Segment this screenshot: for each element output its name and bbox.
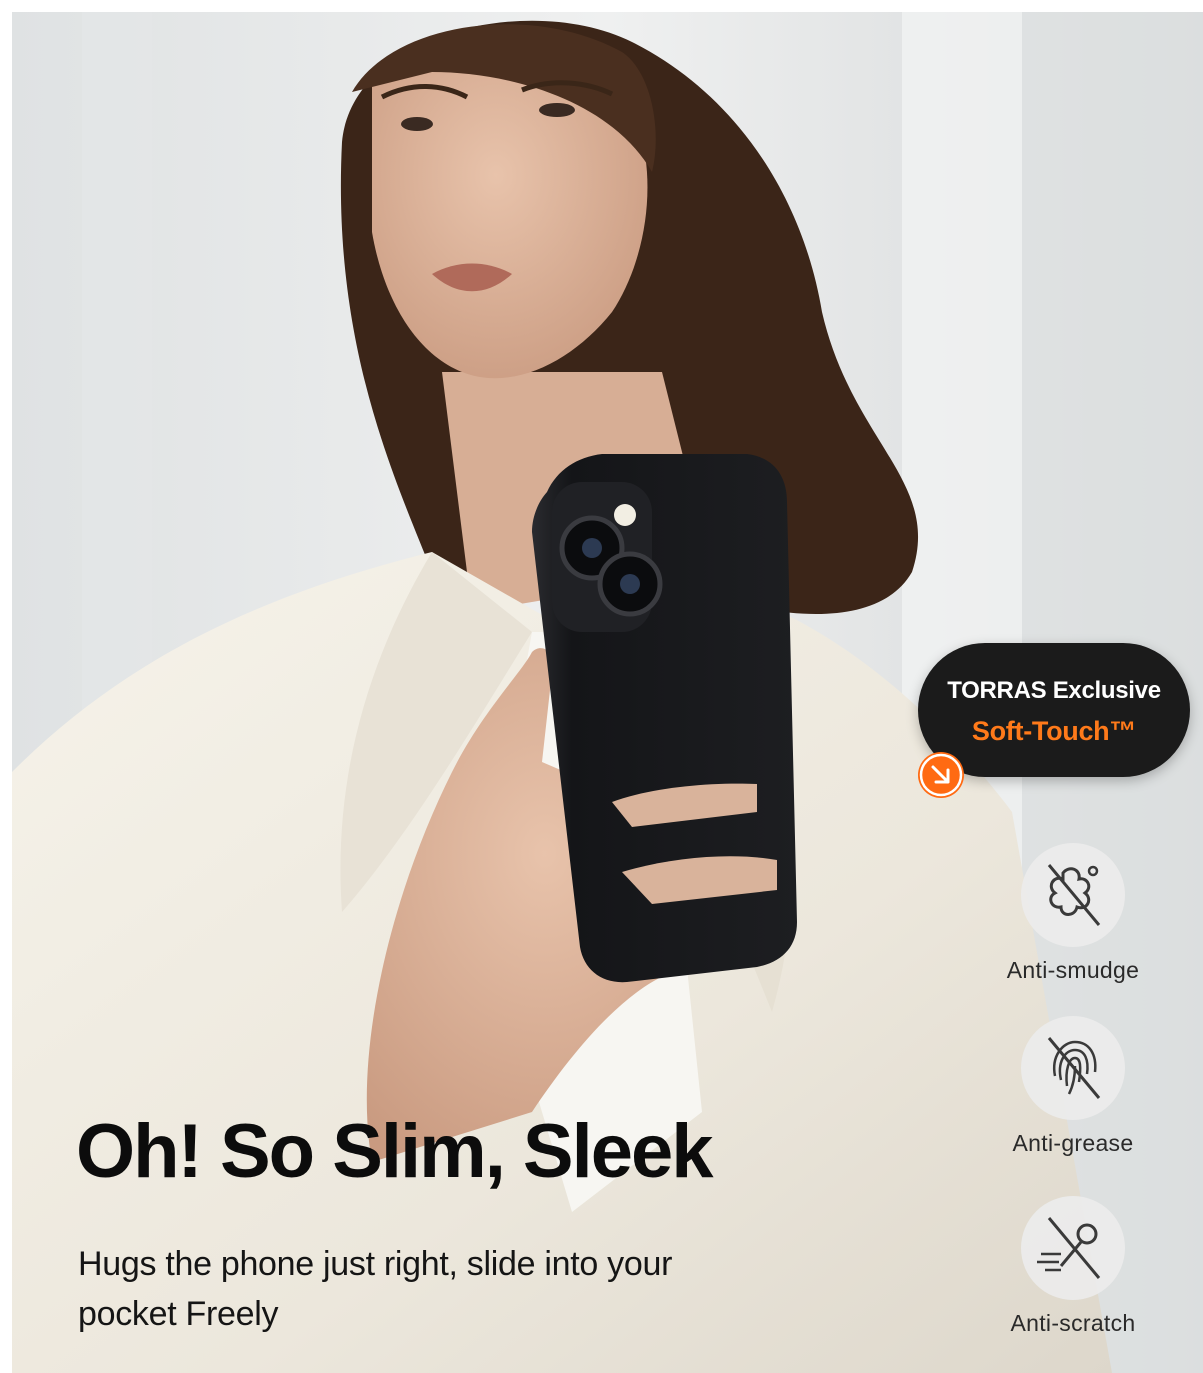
no-scratch-icon: [1021, 1196, 1125, 1300]
badge-brand-text: TORRAS Exclusive: [947, 677, 1161, 704]
badge-feature-text: Soft-Touch™: [971, 716, 1137, 746]
feature-label: Anti-scratch: [1010, 1310, 1136, 1336]
feature-label: Anti-grease: [1012, 1130, 1134, 1156]
feature-anti-scratch: Anti-scratch: [983, 1196, 1163, 1337]
headline: Oh! So Slim, Sleek: [76, 1109, 714, 1194]
feature-anti-grease: Anti-grease: [983, 1016, 1163, 1157]
subheadline: Hugs the phone just right, slide into yo…: [78, 1245, 673, 1333]
feature-anti-smudge: Anti-smudge: [983, 843, 1163, 984]
arrow-down-right-icon: [918, 752, 964, 798]
no-smudge-icon: [1021, 843, 1125, 947]
no-fingerprint-icon: [1021, 1016, 1125, 1120]
feature-label: Anti-smudge: [1006, 957, 1140, 983]
